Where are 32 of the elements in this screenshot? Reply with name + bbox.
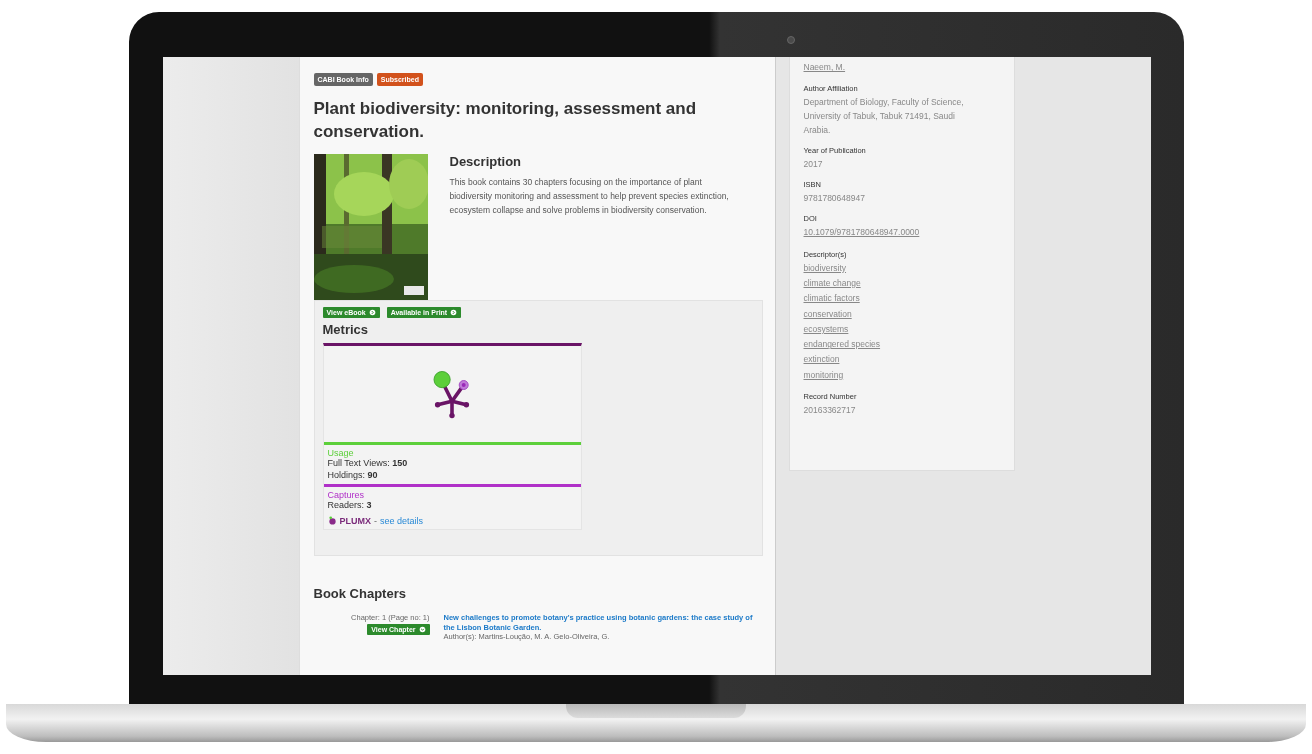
metric-category: Captures xyxy=(327,490,366,501)
book-title: Plant biodiversity: monitoring, assessment and conservation. xyxy=(313,98,698,143)
field-link[interactable]: monitoring xyxy=(803,367,844,384)
field-value: Department of Biology, Faculty of Science, University of Tabuk, Tabuk 71491, Saudi Arabia. xyxy=(803,96,965,138)
field-link[interactable]: 10.1079/9781780648947.0000 xyxy=(803,225,920,241)
field-link[interactable]: conservation xyxy=(803,306,852,322)
logo-text: PLUMX xyxy=(339,515,371,526)
field-link[interactable]: ecosystems xyxy=(803,321,849,338)
details-link[interactable]: see details xyxy=(380,515,424,526)
field-link[interactable]: extinction xyxy=(803,352,840,368)
plum-logo-icon xyxy=(327,516,337,526)
chevron-down-icon xyxy=(418,625,426,633)
section-heading: Metrics xyxy=(322,321,370,337)
section-heading: Book Chapters xyxy=(313,585,407,601)
metric-value: Readers: 3 xyxy=(327,500,373,512)
metric-category: Usage xyxy=(327,447,355,458)
section-heading: Description xyxy=(449,153,522,169)
field-link[interactable]: Naeem, M. xyxy=(803,60,846,76)
chevron-right-icon xyxy=(368,308,376,316)
camera-icon xyxy=(786,36,795,44)
field-value: 2017 xyxy=(803,158,823,172)
metric-value: Holdings: 90 xyxy=(327,469,379,482)
field-value: 20163362717 xyxy=(803,404,856,418)
field-link[interactable]: climate change xyxy=(803,275,861,292)
separator-text: - xyxy=(374,515,377,526)
field-value: 9781780648947 xyxy=(803,192,865,206)
description-text: This book contains 30 chapters focusing on the importance of plant biodiversity monitoring and assessment to help prevent species extinction, ecosystem collapse and solve problems in biodiversity conservation. xyxy=(449,175,730,217)
field-link[interactable]: endangered species xyxy=(803,337,881,353)
metric-value: Full Text Views: 150 xyxy=(327,457,409,470)
chevron-right-icon xyxy=(450,308,458,316)
field-link[interactable]: climatic factors xyxy=(803,291,860,307)
field-link[interactable]: biodiversity xyxy=(803,260,847,276)
